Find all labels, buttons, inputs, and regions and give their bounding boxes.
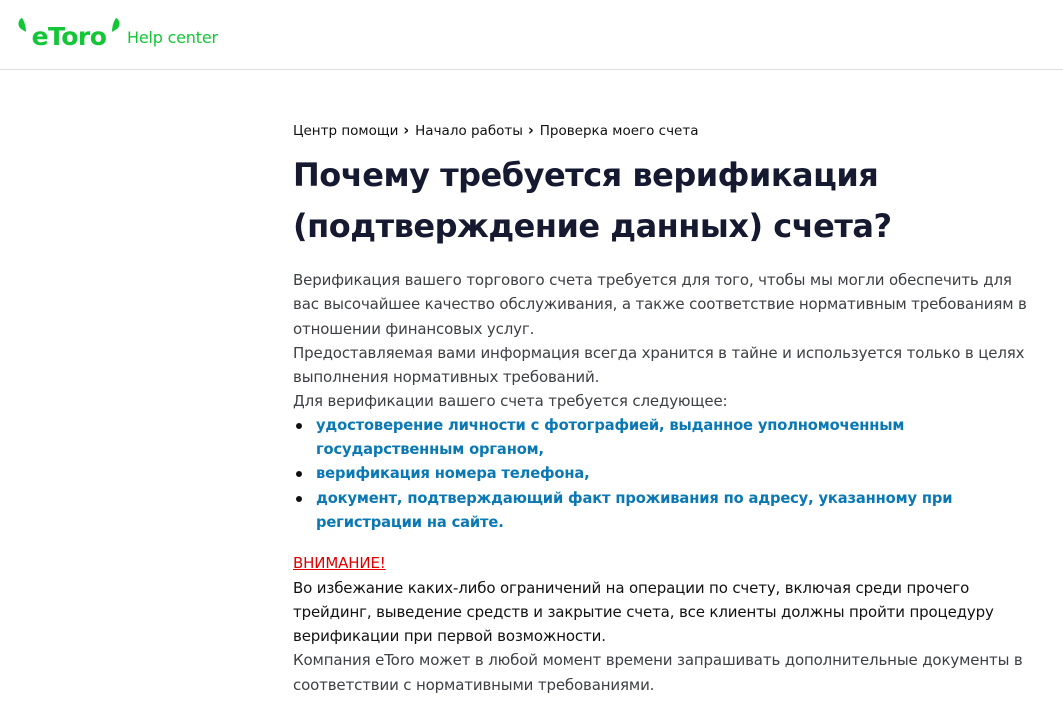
privacy-paragraph: Предоставляемая вами информация всегда х… (293, 343, 1025, 387)
warning-title: ВНИМАНИЕ! (293, 554, 386, 573)
bullet-icon (296, 422, 302, 429)
requirement-proof-of-address[interactable]: документ, подтверждающий факт проживания… (293, 487, 1033, 536)
requirements-intro: Для верификации вашего счета требуется с… (293, 392, 728, 411)
page-title-line1: Почему требуется верификация (293, 156, 879, 194)
svg-text:eToro: eToro (32, 22, 107, 48)
breadcrumb-account-verification[interactable]: Проверка моего счета (540, 123, 699, 139)
bullet-icon (296, 471, 302, 478)
requirement-phone-verification[interactable]: верификация номера телефона, (293, 462, 1033, 486)
requirement-id-document[interactable]: удостоверение личности с фотографией, вы… (293, 414, 1033, 463)
page-title: Почему требуется верификация (подтвержде… (293, 150, 1033, 252)
site-header: eToro Help center (0, 0, 1063, 70)
chevron-right-icon: › (403, 122, 410, 140)
help-center-label: Help center (127, 28, 218, 47)
intro-paragraph: Верификация вашего торгового счета требу… (293, 271, 1027, 338)
requirements-list: удостоверение личности с фотографией, вы… (293, 414, 1033, 535)
article-content: Центр помощи › Начало работы › Проверка … (293, 120, 1033, 697)
etoro-help-center-logo[interactable]: eToro Help center (17, 14, 218, 48)
page-title-line2: (подтверждение данных) счета? (293, 207, 892, 245)
chevron-right-icon: › (527, 122, 534, 140)
breadcrumb: Центр помощи › Начало работы › Проверка … (293, 120, 1033, 142)
breadcrumb-getting-started[interactable]: Начало работы (415, 123, 523, 139)
etoro-logo: eToro (18, 18, 120, 48)
closing-paragraph: Компания eToro может в любой момент врем… (293, 651, 1023, 694)
breadcrumb-help-center[interactable]: Центр помощи (293, 123, 398, 139)
bullet-icon (296, 495, 302, 502)
warning-text: Во избежание каких-либо ограничений на о… (293, 578, 994, 646)
article-body: Верификация вашего торгового счета требу… (293, 268, 1033, 697)
